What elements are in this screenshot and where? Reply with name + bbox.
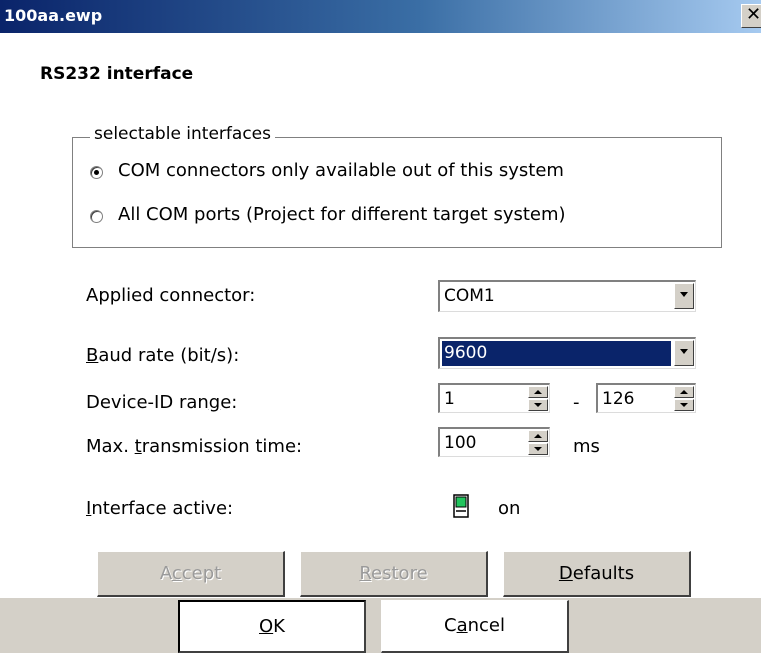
chevron-down-icon[interactable] [674,340,694,366]
radio-all-com-ports[interactable] [90,210,103,223]
cancel-button[interactable]: Cancel [381,600,569,653]
device-id-to-input[interactable]: 126 [596,383,696,413]
device-id-to-value: 126 [602,389,635,409]
max-transmission-time-input[interactable]: 100 [438,427,550,457]
page-title: RS232 interface [40,64,194,84]
chevron-down-icon[interactable] [674,283,694,309]
spin-up-icon[interactable] [528,430,548,442]
device-id-from-spinner[interactable] [528,386,548,413]
interface-state: on [498,498,521,519]
baud-rate-label: Baud rate (bit/s): [86,345,240,366]
device-id-to-spinner[interactable] [674,386,694,413]
spin-down-icon[interactable] [674,399,694,411]
radio-com-connectors[interactable] [90,166,103,179]
spin-down-icon[interactable] [528,443,548,455]
baud-rate-value: 9600 [444,343,488,363]
spin-up-icon[interactable] [674,386,694,398]
close-button[interactable]: ✕ [741,4,761,28]
radio-label-com-connectors[interactable]: COM connectors only available out of thi… [118,160,564,181]
applied-connector-value: COM1 [444,286,495,306]
interfaces-groupbox [72,137,722,248]
time-unit-label: ms [573,436,600,457]
spin-down-icon[interactable] [528,399,548,411]
restore-button[interactable]: Restore [300,551,488,597]
applied-connector-label: Applied connector: [86,285,256,306]
baud-rate-select[interactable]: 9600 [438,337,696,369]
device-id-from-input[interactable]: 1 [438,383,550,413]
defaults-button[interactable]: Defaults [503,551,691,597]
groupbox-legend: selectable interfaces [90,124,275,144]
led-icon[interactable] [452,494,470,518]
accept-button[interactable]: Accept [97,551,285,597]
title-bar [0,0,761,33]
max-time-spinner[interactable] [528,430,548,457]
close-icon: ✕ [746,4,761,25]
ok-button[interactable]: OK [178,600,366,653]
max-transmission-time-label: Max. transmission time: [86,436,303,457]
device-id-range-label: Device-ID range: [86,392,238,413]
applied-connector-select[interactable]: COM1 [438,280,696,312]
spin-up-icon[interactable] [528,386,548,398]
range-separator: - [573,392,580,413]
radio-label-all-com-ports[interactable]: All COM ports (Project for different tar… [118,204,566,225]
max-transmission-time-value: 100 [444,433,477,453]
device-id-from-value: 1 [444,389,455,409]
window-title: 100aa.ewp [4,6,103,25]
interface-active-label: Interface active: [86,498,234,519]
